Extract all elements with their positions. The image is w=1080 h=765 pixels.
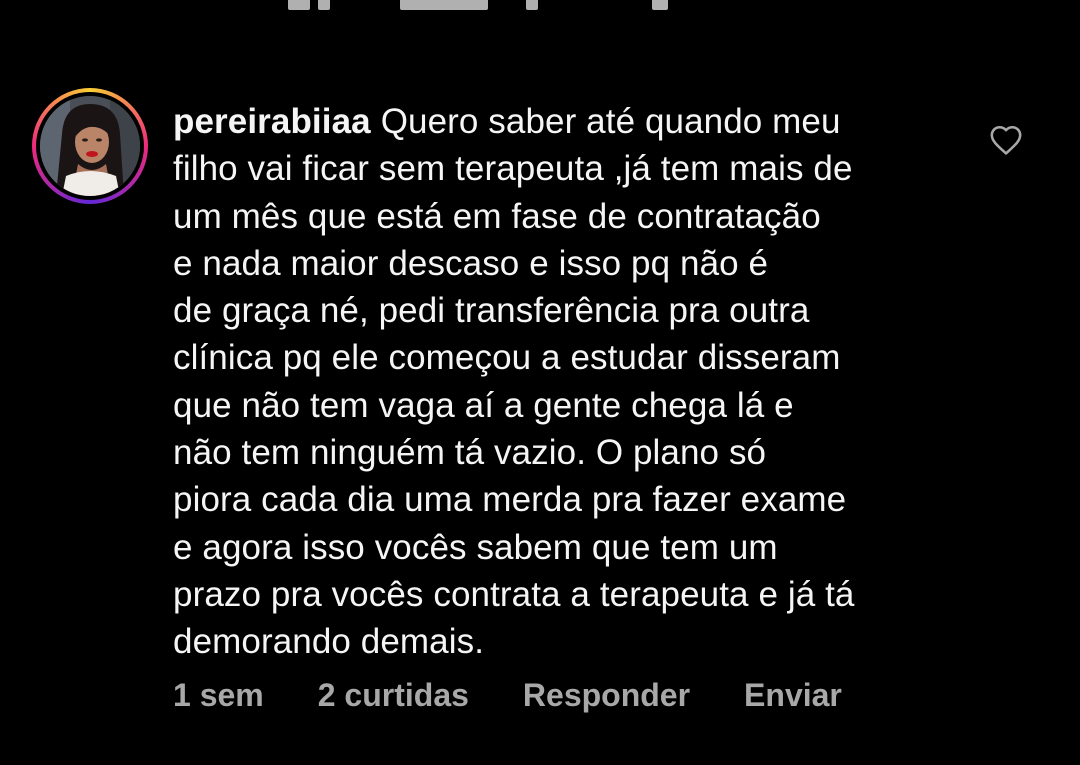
- heart-outline-icon[interactable]: [989, 124, 1023, 156]
- comment-text: Quero saber até quando meu filho vai fic…: [173, 102, 855, 662]
- avatar[interactable]: [40, 96, 140, 196]
- send-button[interactable]: Enviar: [744, 677, 842, 714]
- likes-count[interactable]: 2 curtidas: [318, 677, 469, 714]
- comment-meta: 1 sem 2 curtidas Responder Enviar: [173, 677, 896, 714]
- profile-photo-image: [40, 96, 140, 196]
- comment-time: 1 sem: [173, 677, 264, 713]
- previous-comment-fragment: [0, 0, 1080, 22]
- comment-text-block: pereirabiiaa Quero saber até quando meu f…: [173, 98, 963, 666]
- username-link[interactable]: pereirabiiaa: [173, 102, 371, 141]
- story-ring[interactable]: [32, 88, 148, 204]
- reply-button[interactable]: Responder: [523, 677, 690, 714]
